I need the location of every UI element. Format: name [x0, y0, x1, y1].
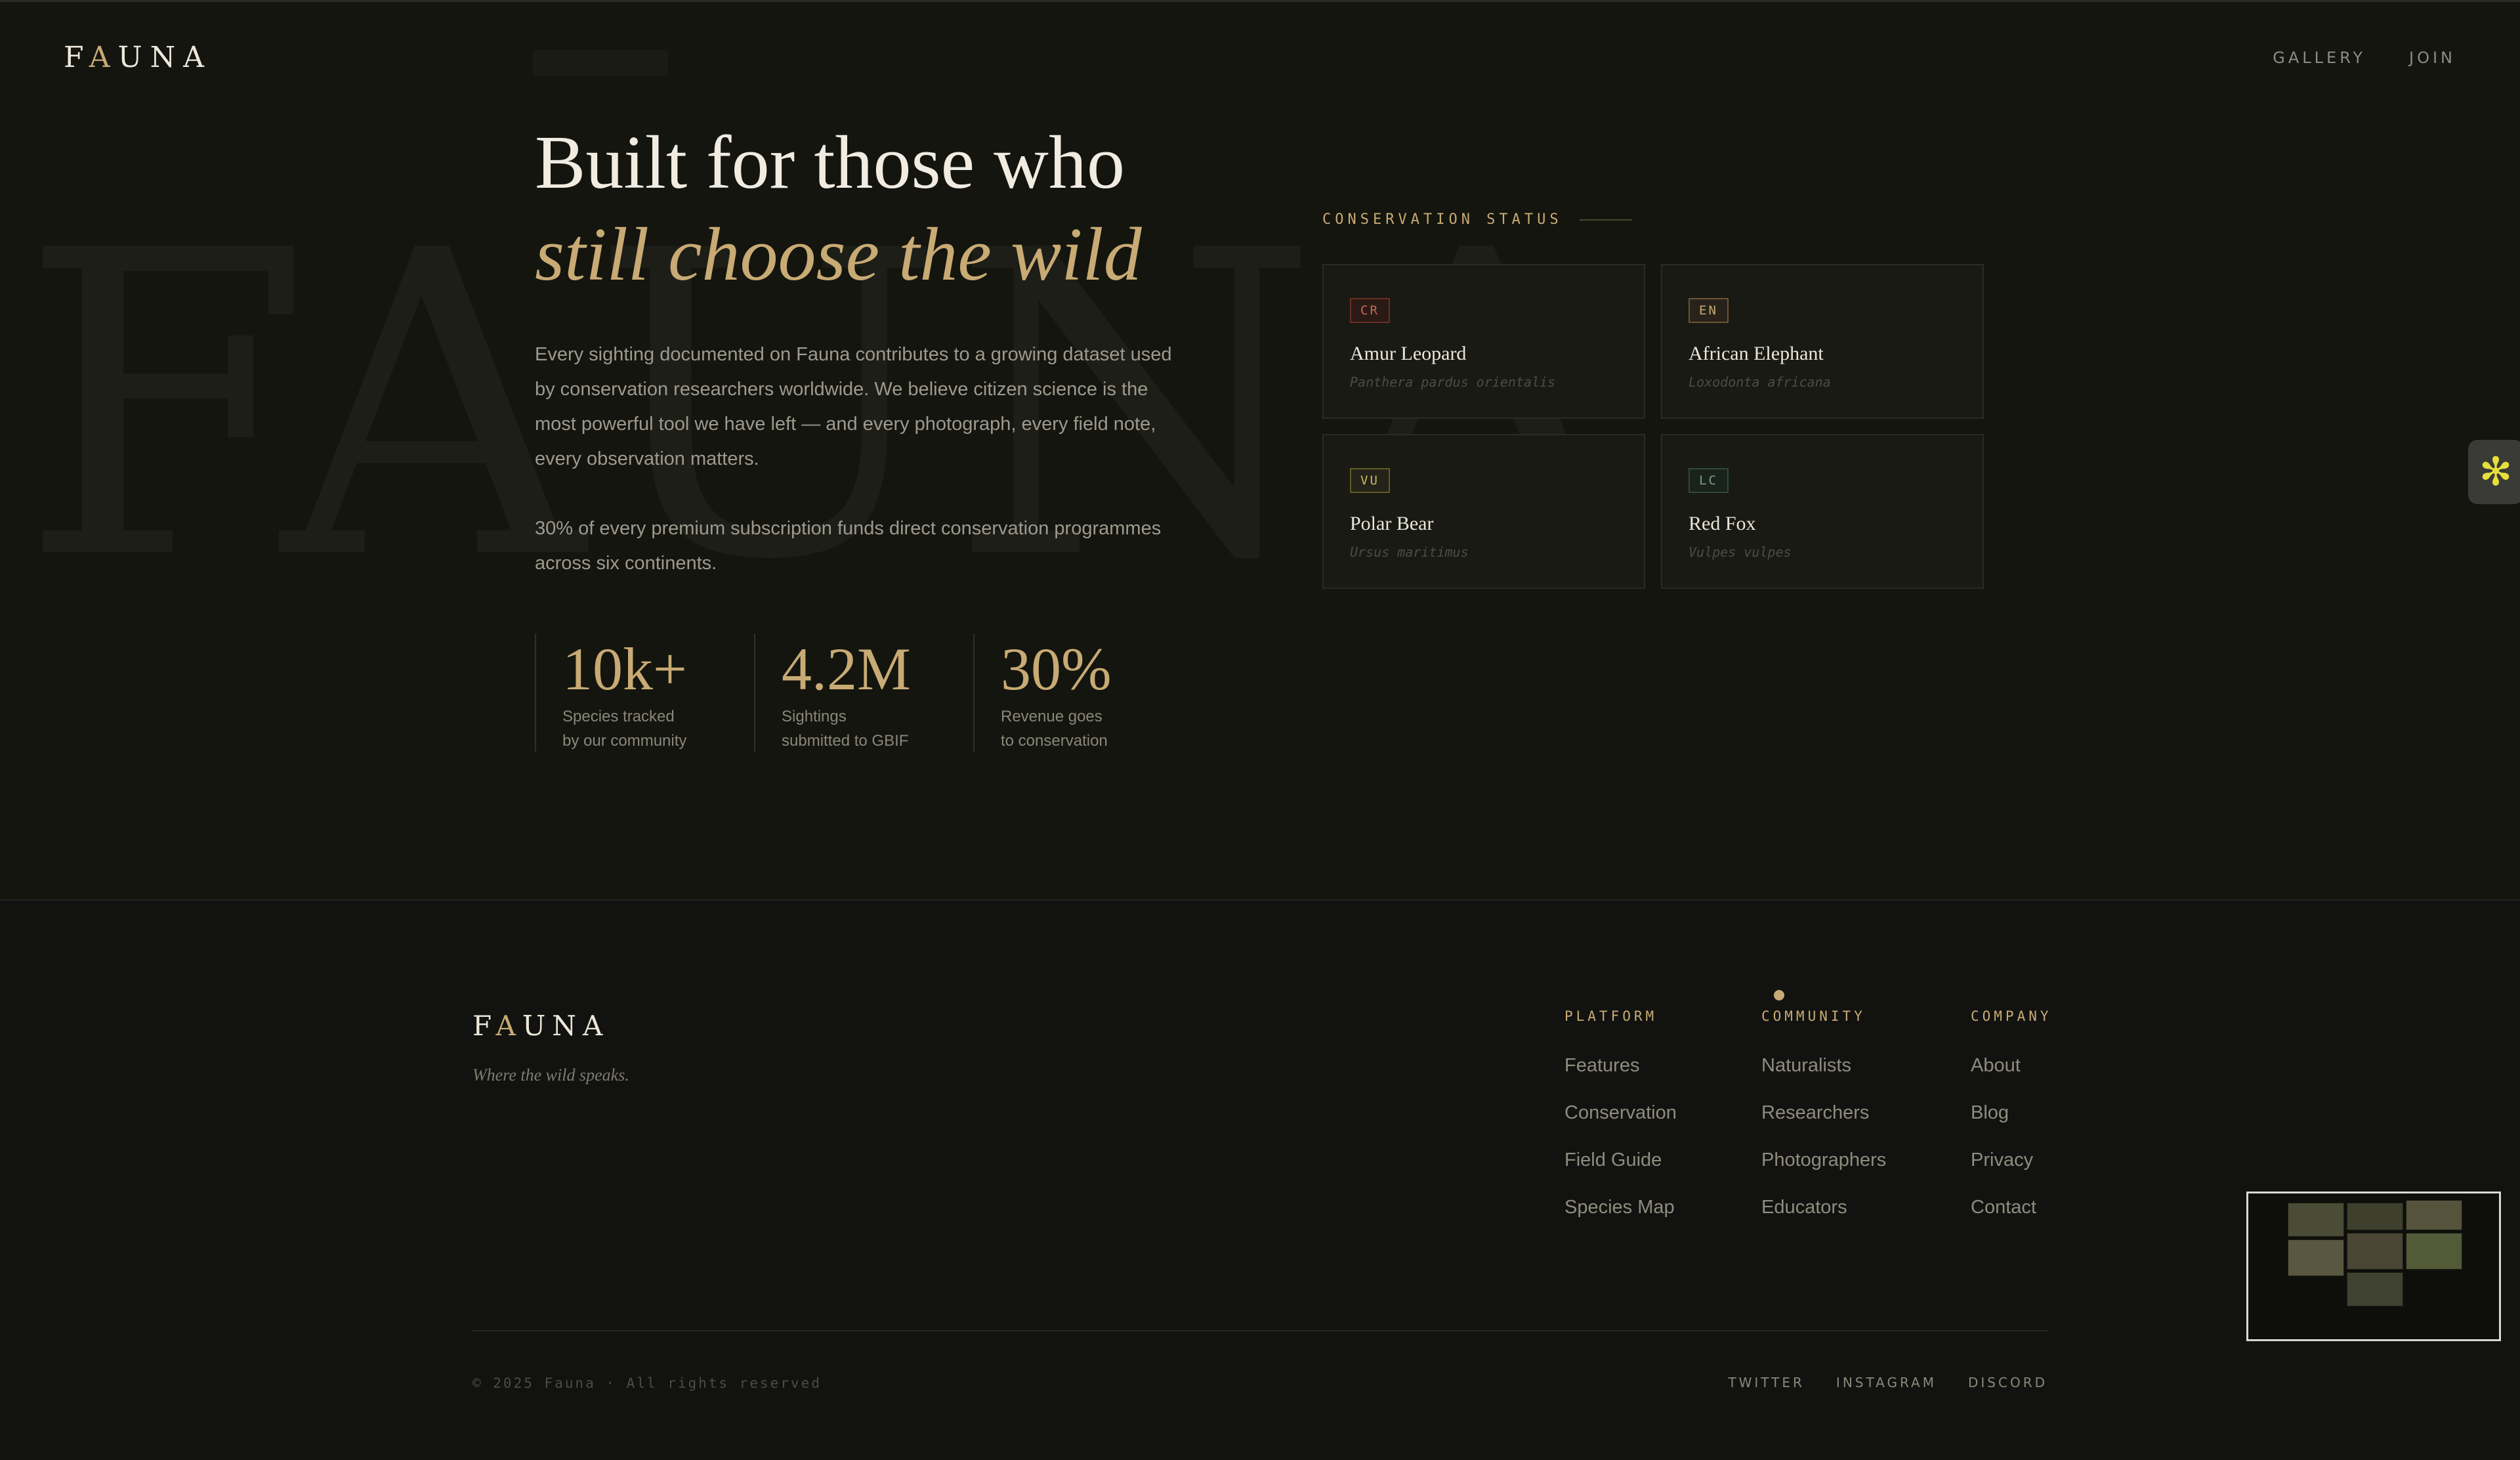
- footer-link-photographers[interactable]: Photographers: [1761, 1149, 1886, 1196]
- hero-title: Built for those who still choose the wil…: [535, 117, 1142, 301]
- preview-tile: [2406, 1200, 2462, 1230]
- logo-letter-f: F: [472, 1010, 496, 1042]
- footer-tagline: Where the wild speaks.: [472, 1065, 629, 1084]
- species-card-amur-leopard[interactable]: CR Amur Leopard Panthera pardus oriental…: [1322, 264, 1645, 419]
- logo-letter-a: A: [89, 41, 118, 74]
- status-badge-lc: LC: [1689, 468, 1729, 493]
- asterisk-icon[interactable]: ✻: [2468, 440, 2520, 504]
- stat-label: Sightings submitted to GBIF: [782, 708, 909, 750]
- stats-row: 10k+ Species tracked by our community 4.…: [535, 633, 1192, 752]
- hero-paragraph-2: 30% of every premium subscription funds …: [535, 518, 1162, 574]
- logo-letters-una: UNA: [117, 41, 212, 74]
- stat-revenue: 30% Revenue goes to conservation: [973, 633, 1192, 752]
- species-name: Red Fox: [1689, 513, 1756, 534]
- species-card-red-fox[interactable]: LC Red Fox Vulpes vulpes: [1661, 434, 1984, 589]
- species-name: Polar Bear: [1350, 513, 1434, 534]
- preview-tile: [2347, 1203, 2403, 1230]
- social-twitter[interactable]: TWITTER: [1728, 1375, 1805, 1390]
- stat-species: 10k+ Species tracked by our community: [535, 633, 754, 752]
- footer-link-conservation[interactable]: Conservation: [1564, 1102, 1677, 1149]
- status-badge-cr: CR: [1350, 298, 1390, 323]
- species-scientific-name: Panthera pardus orientalis: [1350, 374, 1556, 390]
- top-border: [0, 0, 2520, 2]
- logo-letter-f: F: [64, 41, 89, 74]
- hero-title-line-2: still choose the wild: [535, 213, 1142, 297]
- preview-tile: [2288, 1203, 2344, 1237]
- footer-bottom-divider: [472, 1330, 2048, 1331]
- conservation-heading: CONSERVATION STATUS: [1322, 211, 1632, 228]
- column-heading: COMPANY: [1971, 1008, 2052, 1024]
- social-discord[interactable]: DISCORD: [1968, 1375, 2048, 1390]
- species-name: Amur Leopard: [1350, 343, 1467, 364]
- footer: [0, 901, 2520, 1460]
- nav-gallery[interactable]: GALLERY: [2273, 49, 2366, 67]
- heading-rule: [1579, 219, 1632, 221]
- footer-link-species-map[interactable]: Species Map: [1564, 1196, 1677, 1243]
- stat-label: Revenue goes to conservation: [1001, 708, 1108, 750]
- footer-link-about[interactable]: About: [1971, 1054, 2052, 1102]
- top-nav: GALLERY JOIN: [2273, 49, 2456, 67]
- hero-paragraph-1: Every sighting documented on Fauna contr…: [535, 344, 1172, 469]
- footer-link-educators[interactable]: Educators: [1761, 1196, 1886, 1243]
- footer-column-community: COMMUNITY Naturalists Researchers Photog…: [1761, 1008, 1886, 1243]
- species-card-polar-bear[interactable]: VU Polar Bear Ursus maritimus: [1322, 434, 1645, 589]
- footer-link-field-guide[interactable]: Field Guide: [1564, 1149, 1677, 1196]
- footer-column-company: COMPANY About Blog Privacy Contact: [1971, 1008, 2052, 1243]
- conservation-heading-text: CONSERVATION STATUS: [1322, 211, 1563, 228]
- copyright-text: © 2025 Fauna · All rights reserved: [472, 1375, 822, 1391]
- preview-tile: [2347, 1272, 2403, 1306]
- stat-value: 10k+: [562, 635, 687, 702]
- column-heading: COMMUNITY: [1761, 1008, 1866, 1024]
- footer-link-blog[interactable]: Blog: [1971, 1102, 2052, 1149]
- hero-title-line-1: Built for those who: [535, 121, 1125, 205]
- footer-link-features[interactable]: Features: [1564, 1054, 1677, 1102]
- preview-tile: [2406, 1233, 2462, 1270]
- stat-label: Species tracked by our community: [562, 708, 687, 750]
- status-badge-vu: VU: [1350, 468, 1390, 493]
- social-links: TWITTER INSTAGRAM DISCORD: [1728, 1375, 2048, 1390]
- footer-link-researchers[interactable]: Researchers: [1761, 1102, 1886, 1149]
- species-scientific-name: Ursus maritimus: [1350, 544, 1469, 560]
- column-heading: PLATFORM: [1564, 1008, 1658, 1024]
- stat-sightings: 4.2M Sightings submitted to GBIF: [754, 633, 973, 752]
- footer-link-naturalists[interactable]: Naturalists: [1761, 1054, 1886, 1102]
- species-scientific-name: Loxodonta africana: [1689, 374, 1831, 390]
- logo-letters-una: UNA: [522, 1010, 610, 1042]
- footer-link-privacy[interactable]: Privacy: [1971, 1149, 2052, 1196]
- footer-link-contact[interactable]: Contact: [1971, 1196, 2052, 1243]
- cursor-dot: [1774, 990, 1784, 1000]
- stat-value: 30%: [1001, 635, 1112, 702]
- nav-join[interactable]: JOIN: [2409, 49, 2456, 67]
- logo-letter-a: A: [495, 1010, 522, 1042]
- preview-tile: [2288, 1239, 2344, 1276]
- species-name: African Elephant: [1689, 343, 1824, 364]
- stat-value: 4.2M: [782, 635, 911, 702]
- site-logo[interactable]: FAUNA: [64, 41, 212, 74]
- faded-nav-pill: [533, 50, 668, 76]
- social-instagram[interactable]: INSTAGRAM: [1836, 1375, 1937, 1390]
- page-preview-thumbnail[interactable]: [2246, 1192, 2501, 1341]
- preview-tile: [2347, 1233, 2403, 1270]
- footer-column-platform: PLATFORM Features Conservation Field Gui…: [1564, 1008, 1677, 1243]
- species-scientific-name: Vulpes vulpes: [1689, 544, 1792, 560]
- footer-logo[interactable]: FAUNA: [472, 1010, 609, 1042]
- status-badge-en: EN: [1689, 298, 1729, 323]
- species-card-african-elephant[interactable]: EN African Elephant Loxodonta africana: [1661, 264, 1984, 419]
